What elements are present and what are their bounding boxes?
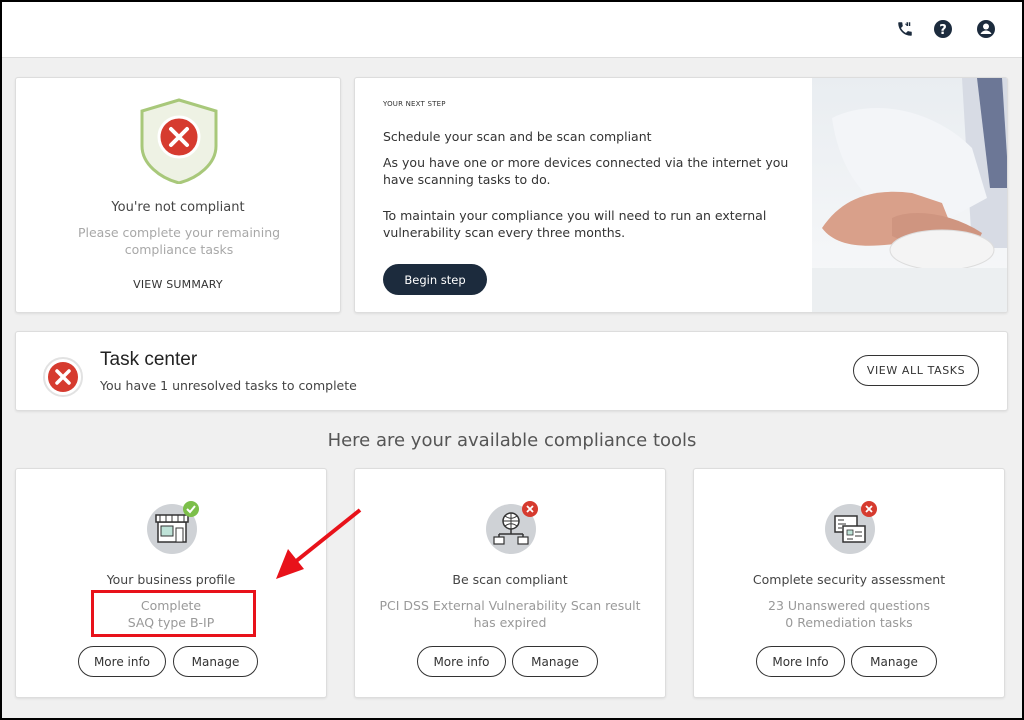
svg-text:?: ?	[939, 23, 947, 38]
begin-step-button[interactable]: Begin step	[383, 264, 487, 295]
tool-detail-line: has expired	[473, 615, 547, 630]
more-info-button[interactable]: More info	[78, 646, 166, 677]
phone-icon[interactable]	[894, 18, 916, 40]
next-step-note: To maintain your compliance you will nee…	[383, 208, 767, 240]
tool-title: Be scan compliant	[452, 572, 568, 587]
task-center-card: Task center You have 1 unresolved tasks …	[15, 331, 1008, 411]
compliance-status-subtitle: Please complete your remaining complianc…	[77, 225, 281, 257]
tool-detail-line: 0 Remediation tasks	[785, 615, 913, 630]
not-compliant-shield-icon	[138, 98, 220, 188]
compliance-status-title: You're not compliant	[111, 200, 245, 215]
more-info-button[interactable]: More Info	[756, 646, 845, 677]
tool-status-line: 23 Unanswered questions	[768, 598, 930, 613]
highlight-box	[91, 590, 256, 637]
annotation-arrow-icon	[276, 508, 362, 579]
storefront-icon	[146, 499, 202, 559]
error-icon	[42, 356, 84, 402]
scan-compliant-card: Be scan compliant PCI DSS External Vulne…	[354, 468, 666, 698]
next-step-card: YOUR NEXT STEP Schedule your scan and be…	[354, 77, 1008, 313]
view-all-tasks-button[interactable]: VIEW ALL TASKS	[853, 355, 979, 386]
manage-button[interactable]: Manage	[173, 646, 258, 677]
account-icon[interactable]	[975, 18, 997, 40]
network-globe-icon	[485, 499, 541, 559]
hand-on-mouse-photo	[812, 78, 1007, 312]
next-step-title: Schedule your scan and be scan compliant	[383, 129, 652, 144]
next-step-kicker: YOUR NEXT STEP	[383, 100, 446, 108]
top-bar: ?	[2, 2, 1022, 58]
tools-heading: Here are your available compliance tools	[327, 430, 697, 451]
tool-status-line: PCI DSS External Vulnerability Scan resu…	[379, 598, 641, 613]
tool-title: Complete security assessment	[752, 572, 946, 587]
next-step-description: As you have one or more devices connecte…	[383, 155, 789, 187]
checklist-icon	[824, 499, 880, 559]
manage-button[interactable]: Manage	[512, 646, 598, 677]
compliance-status-card: You're not compliant Please complete you…	[15, 77, 341, 313]
security-assessment-card: Complete security assessment 23 Unanswer…	[693, 468, 1005, 698]
help-icon[interactable]: ?	[932, 18, 954, 40]
manage-button[interactable]: Manage	[851, 646, 937, 677]
view-summary-link[interactable]: VIEW SUMMARY	[16, 278, 340, 291]
task-center-title: Task center	[100, 349, 198, 370]
task-center-subtitle: You have 1 unresolved tasks to complete	[100, 378, 357, 393]
more-info-button[interactable]: More info	[417, 646, 506, 677]
app-frame: ? You're not compliant Please complete y…	[2, 2, 1022, 718]
